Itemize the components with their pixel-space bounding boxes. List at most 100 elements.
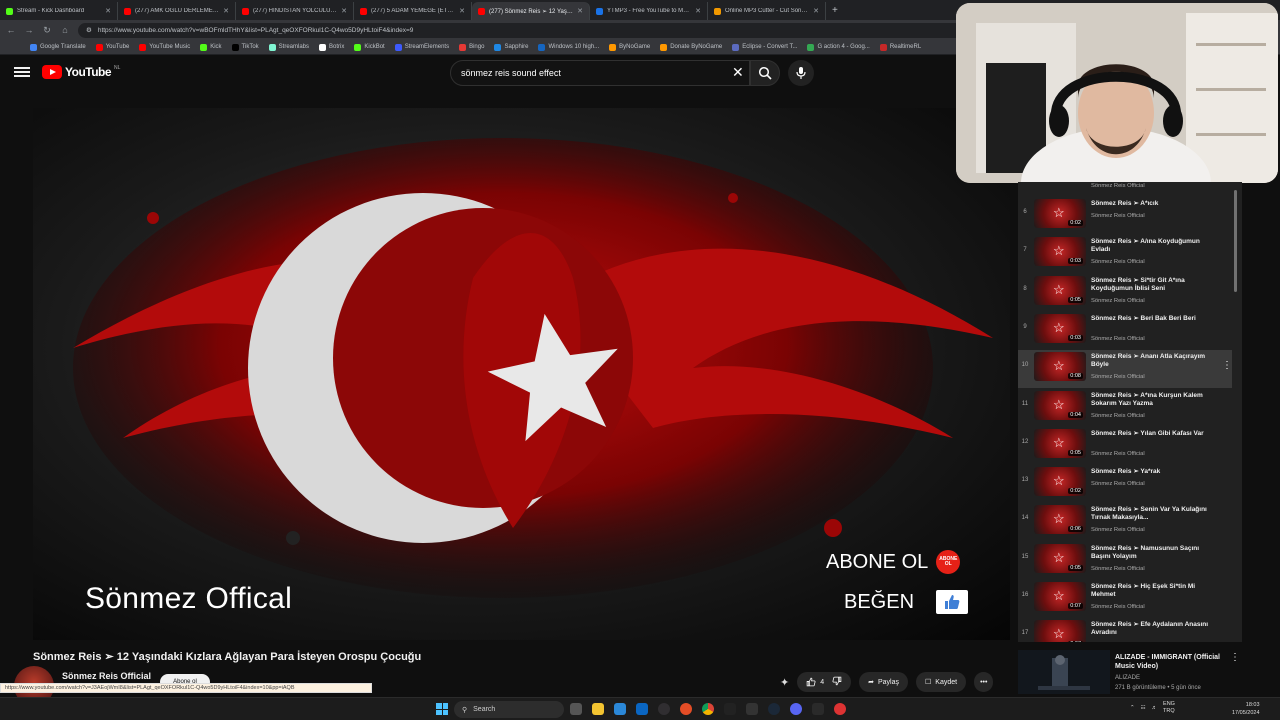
windows-start-icon[interactable] xyxy=(436,703,448,715)
system-tray[interactable]: ⌃ ☷ ♬ ENG TRQ xyxy=(1130,701,1175,715)
browser-tab[interactable]: YTMP3 - Free YouTube to MP3 Con ✕ xyxy=(590,2,708,20)
tab-close-icon[interactable]: ✕ xyxy=(577,7,583,15)
bookmark-item[interactable]: RealtimeRL xyxy=(879,43,921,51)
playlist-thumbnail[interactable]: ☆ 0:02 xyxy=(1034,199,1086,228)
browser-tab[interactable]: (277) HİNDİSTAN YOLCULUĞU ✕ xyxy=(236,2,354,20)
search-button[interactable] xyxy=(750,60,780,86)
tray-language[interactable]: ENG TRQ xyxy=(1163,701,1175,715)
tab-close-icon[interactable]: ✕ xyxy=(695,7,701,15)
playlist-item[interactable]: 11 ☆ 0:04 Sönmez Reis ➢ A*ına Kurşun Kalem … xyxy=(1018,389,1232,427)
emoji-icon[interactable]: ✦ xyxy=(780,676,789,689)
playlist-thumbnail[interactable]: ☆ 0:03 xyxy=(1034,237,1086,267)
home-icon[interactable]: ⌂ xyxy=(60,25,70,35)
bookmark-item[interactable]: Sapphire xyxy=(494,43,528,51)
more-actions-button[interactable]: ••• xyxy=(974,672,994,692)
tab-close-icon[interactable]: ✕ xyxy=(459,7,465,15)
discord-icon[interactable] xyxy=(790,703,802,715)
app-icon-4[interactable] xyxy=(746,703,758,715)
playlist-item[interactable]: 12 ☆ 0:05 Sönmez Reis ➢ Yılan Gibi Kafası V… xyxy=(1018,427,1232,465)
browser-tab[interactable]: (277) Sönmez Reis ➢ 12 Yaşındaki ✕ xyxy=(472,2,590,20)
playlist-item[interactable]: 6 ☆ 0:02 Sönmez Reis ➢ A*ıcık Sönmez Reis Of… xyxy=(1018,197,1232,235)
channel-name[interactable]: Sönmez Reis Official xyxy=(62,671,151,681)
playlist-thumbnail[interactable]: ☆0:07 xyxy=(1034,620,1086,642)
playlist-item[interactable]: 15 ☆ 0:05 Sönmez Reis ➢ Namusunun Saçını Ba… xyxy=(1018,542,1232,580)
network-icon[interactable]: ☷ xyxy=(1141,705,1146,711)
volume-icon[interactable]: ♬ xyxy=(1152,705,1158,711)
like-button[interactable]: 4 xyxy=(806,677,824,687)
site-info-icon[interactable]: ⚙ xyxy=(86,26,92,34)
bookmark-item[interactable]: Botrix xyxy=(319,43,344,51)
tab-close-icon[interactable]: ✕ xyxy=(341,7,347,15)
app-icon-1[interactable] xyxy=(636,703,648,715)
voice-search-button[interactable] xyxy=(788,60,814,86)
playlist-item[interactable]: 14 ☆ 0:06 Sönmez Reis ➢ Senin Var Ya Kulağı… xyxy=(1018,503,1232,541)
playlist-thumbnail[interactable]: ☆ 0:05 xyxy=(1034,428,1086,458)
browser-tab[interactable]: (277) AMK OĞLU DERLEME - 2023 ✕ xyxy=(118,2,236,20)
bookmark-item[interactable]: Bingo xyxy=(459,43,484,51)
recommended-thumbnail[interactable] xyxy=(1018,650,1110,694)
taskbar-search[interactable]: ⚲ Search xyxy=(454,701,564,718)
taskbar-clock[interactable]: 18:03 17/05/2024 xyxy=(1232,701,1260,717)
bookmark-item[interactable]: Eclipse - Convert T... xyxy=(732,43,797,51)
bookmark-item[interactable]: KickBot xyxy=(354,43,385,51)
url-field[interactable]: ⚙ https://www.youtube.com/watch?v=wBOFml… xyxy=(78,22,978,38)
browser-tab[interactable]: Online MP3 Cutter - Cut Songs, M ✕ xyxy=(708,2,826,20)
bookmark-item[interactable]: Windows 10 high... xyxy=(538,43,599,51)
playlist-item[interactable]: 17 ☆0:07 Sönmez Reis ➢ Efe Aydalanın Anası… xyxy=(1018,618,1232,642)
playlist-item[interactable]: 13 ☆ 0:02 Sönmez Reis ➢ Ya*rak Sönmez Reis O… xyxy=(1018,465,1232,503)
bookmark-item[interactable]: Streamlabs xyxy=(268,43,309,51)
app-icon-2[interactable] xyxy=(680,703,692,715)
clear-search-icon[interactable]: ✕ xyxy=(732,64,744,81)
browser-tab[interactable]: Stream - Kick Dashboard ✕ xyxy=(0,2,118,20)
file-explorer-icon[interactable] xyxy=(592,703,604,715)
app-icon-5[interactable] xyxy=(812,703,824,715)
steam-icon[interactable] xyxy=(768,703,780,715)
playlist-thumbnail[interactable]: ☆ 0:03 xyxy=(1034,313,1086,343)
bookmark-item[interactable]: YouTube xyxy=(95,43,129,51)
tray-chevron-icon[interactable]: ⌃ xyxy=(1130,705,1135,711)
app-icon-3[interactable] xyxy=(724,703,736,715)
menu-icon[interactable] xyxy=(14,65,30,79)
app-icon-6[interactable] xyxy=(834,703,846,715)
obs-icon[interactable] xyxy=(658,703,670,715)
bookmark-item[interactable]: YouTube Music xyxy=(139,43,190,51)
bookmark-item[interactable]: ByNoGame xyxy=(609,43,650,51)
browser-tab[interactable]: (277) 5 ADAM YEMEĞE (ETTİK?) ✕ xyxy=(354,2,472,20)
task-view-icon[interactable] xyxy=(570,703,582,715)
search-input[interactable]: sönmez reis sound effect xyxy=(450,60,750,86)
bookmark-item[interactable]: TikTok xyxy=(231,43,259,51)
bookmark-item[interactable]: Kick xyxy=(200,43,222,51)
back-icon[interactable]: ← xyxy=(6,25,16,35)
youtube-logo[interactable]: YouTube NL xyxy=(42,65,120,79)
playlist-item[interactable]: 7 ☆ 0:03 Sönmez Reis ➢ A/ına Koyduğumun Evl… xyxy=(1018,235,1232,273)
playlist-thumbnail[interactable]: ☆ 0:02 xyxy=(1034,467,1086,497)
playlist-item[interactable]: 8 ☆ 0:05 Sönmez Reis ➢ Si*tir Git A*ına Koy… xyxy=(1018,274,1232,312)
forward-icon[interactable]: → xyxy=(24,25,34,35)
recommended-video[interactable]: ALIZADE - IMMIGRANT (Official Music Vide… xyxy=(1018,650,1248,694)
new-tab-button[interactable]: + xyxy=(826,5,844,16)
save-button[interactable]: ☐ Kaydet xyxy=(916,672,967,692)
playlist-item-more-icon[interactable]: ⋮ xyxy=(1222,360,1232,371)
playlist-thumbnail[interactable]: ☆ 0:05 xyxy=(1034,275,1086,305)
playlist-thumbnail[interactable]: ☆ 0:04 xyxy=(1034,390,1086,420)
share-button[interactable]: ➦ Paylaş xyxy=(859,672,909,692)
playlist-scrollbar[interactable] xyxy=(1234,190,1237,292)
recommended-more-icon[interactable]: ⋮ xyxy=(1230,652,1240,663)
playlist-thumbnail[interactable]: ☆ 0:05 xyxy=(1034,543,1086,573)
bookmark-item[interactable]: Google Translate xyxy=(30,43,86,51)
store-icon[interactable] xyxy=(614,703,626,715)
playlist-thumbnail[interactable]: ☆0:07 xyxy=(1034,582,1086,611)
bookmark-item[interactable]: StreamElements xyxy=(394,43,449,51)
playlist-thumbnail[interactable]: ☆ 0:06 xyxy=(1034,505,1086,535)
tab-close-icon[interactable]: ✕ xyxy=(105,7,111,15)
chrome-icon[interactable] xyxy=(702,703,714,715)
video-player[interactable]: Sönmez Offical ABONE OL ABONE OL BEĞEN xyxy=(33,108,1010,640)
bookmark-item[interactable]: Donate ByNoGame xyxy=(660,43,722,51)
reload-icon[interactable]: ↻ xyxy=(42,25,52,36)
tab-close-icon[interactable]: ✕ xyxy=(813,7,819,15)
bookmark-item[interactable]: G action 4 - Goog... xyxy=(807,43,870,51)
dislike-button[interactable] xyxy=(832,676,842,688)
tab-close-icon[interactable]: ✕ xyxy=(223,7,229,15)
playlist-item[interactable]: 16 ☆ 0:07 Sönmez Reis ➢ Hiç Eşek Si*tin Mi … xyxy=(1018,580,1232,618)
playlist-item[interactable]: 9 ☆ 0:03 Sönmez Reis ➢ Beri Bak Beri Beri Sö… xyxy=(1018,312,1232,350)
